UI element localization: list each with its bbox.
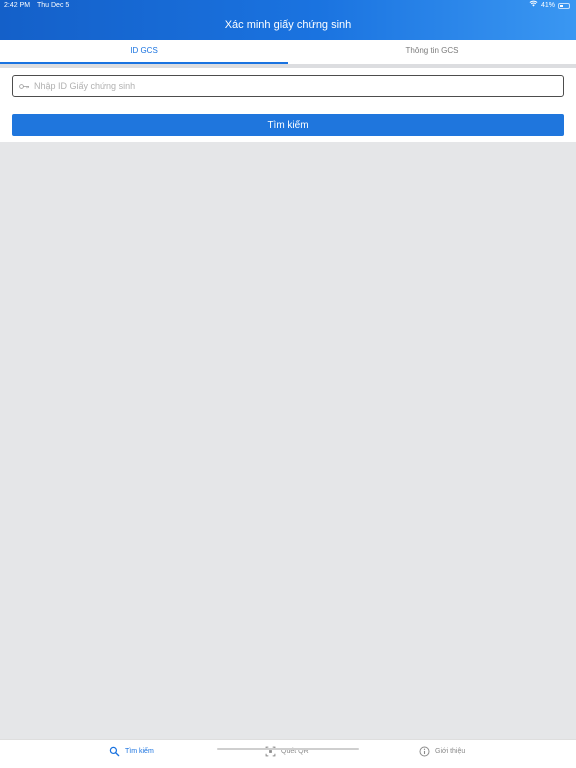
home-indicator[interactable] (217, 748, 359, 750)
status-bar: 2:42 PM Thu Dec 5 41% (0, 0, 576, 12)
gcs-id-input[interactable] (31, 81, 563, 91)
wifi-icon (529, 0, 538, 12)
battery-icon (558, 3, 570, 9)
nav-tim-kiem[interactable]: Tìm kiếm (109, 746, 154, 757)
status-time: 2:42 PM (4, 2, 31, 9)
page-title: Xác minh giấy chứng sinh (224, 19, 352, 31)
nav-label: Tìm kiếm (125, 748, 154, 755)
search-field[interactable] (12, 75, 564, 97)
key-icon (19, 83, 31, 90)
search-icon (109, 746, 120, 757)
app-header: 2:42 PM Thu Dec 5 41% Xác minh giấy chứn… (0, 0, 576, 40)
search-panel: Tìm kiếm (0, 68, 576, 142)
battery-fill (560, 5, 564, 7)
tab-thong-tin-gcs[interactable]: Thông tin GCS (288, 40, 576, 64)
info-icon (419, 746, 430, 757)
status-date: Thu Dec 5 (37, 2, 70, 9)
nav-gioi-thieu[interactable]: Giới thiệu (419, 746, 465, 757)
search-button[interactable]: Tìm kiếm (12, 114, 564, 136)
tab-id-gcs[interactable]: ID GCS (0, 40, 288, 64)
tab-bar: ID GCS Thông tin GCS (0, 40, 576, 64)
battery-percent: 41% (540, 2, 555, 9)
bottom-nav: Tìm kiếm Quét QR Giới thiệu (0, 739, 576, 768)
status-right: 41% (529, 0, 570, 12)
nav-label: Giới thiệu (435, 748, 466, 755)
